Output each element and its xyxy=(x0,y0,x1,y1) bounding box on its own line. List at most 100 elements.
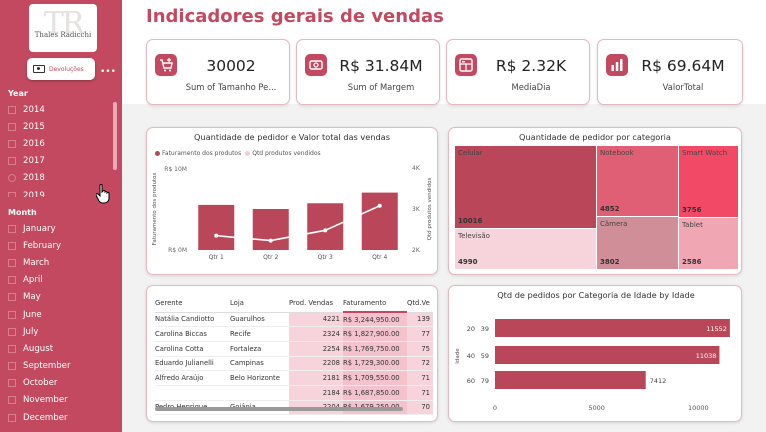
year-item-2014[interactable]: 2014 xyxy=(8,101,112,118)
month-item-march[interactable]: March xyxy=(8,254,112,271)
table-cell: 2181 xyxy=(289,370,343,386)
kpi-label: Sum of Margem xyxy=(347,82,415,92)
table-row[interactable]: 2184 R$ 1,687,850.00 71 xyxy=(155,385,433,401)
month-item-may[interactable]: May xyxy=(8,289,112,306)
x-tick-label: Qtr 3 xyxy=(318,254,333,261)
table-cell: R$ 1,709,550.00 xyxy=(343,370,407,386)
treemap-cell[interactable]: Câmera 3802 xyxy=(597,217,678,269)
checkbox-icon xyxy=(8,396,16,405)
checkbox-icon xyxy=(8,191,16,197)
dashboard-icon xyxy=(455,54,477,76)
treemap-cell[interactable]: Tablet 2586 xyxy=(679,218,738,269)
table-cell: 77 xyxy=(407,326,433,342)
sidebar: TR Thales Radicchi Devoluções ••• Year 2… xyxy=(0,0,122,432)
checkbox-icon xyxy=(8,327,16,336)
combo-chart-card[interactable]: Quantidade de pedidor e Valor total das … xyxy=(146,127,438,275)
table-cell: R$ 3,244,950.00 xyxy=(343,312,407,328)
month-item-april[interactable]: April xyxy=(8,272,112,289)
month-item-june[interactable]: June xyxy=(8,306,112,323)
kpi-card-margem[interactable]: R$ 31.84M Sum of Margem xyxy=(296,39,440,105)
y-left-axis-label: Faturamento dos produtos xyxy=(152,173,158,246)
table-row[interactable]: Carolina Cotta Fortaleza 2254 R$ 1,769,750.… xyxy=(155,341,433,357)
dashboard: TR Thales Radicchi Devoluções ••• Year 2… xyxy=(0,0,766,432)
table-cell: Recife xyxy=(230,326,289,342)
month-slicer: January February March April May June July Augu… xyxy=(8,220,112,430)
treemap-cell[interactable]: Smart Watch 3756 xyxy=(679,146,738,217)
treemap-cell-value: 2586 xyxy=(682,258,702,266)
line-point xyxy=(268,238,273,243)
column-header[interactable]: Prod. Vendas xyxy=(289,294,343,313)
treemap-cell[interactable]: Notebook 4852 xyxy=(597,146,678,216)
table-horizontal-scrollbar[interactable] xyxy=(155,407,403,411)
table-cell: 71 xyxy=(407,385,433,401)
line-point xyxy=(214,233,219,238)
treemap-cell-value: 10016 xyxy=(458,217,483,225)
table-cell: Belo Horizonte xyxy=(230,370,289,386)
table-row[interactable]: Eduardo Julianelli Campinas 2208 R$ 1,729,3… xyxy=(155,356,433,372)
treemap-cell[interactable]: Televisão 4990 xyxy=(455,229,596,269)
table-cell: Fortaleza xyxy=(230,341,289,357)
slicer-item-label: 2017 xyxy=(23,156,45,167)
data-label: 7412 xyxy=(650,377,667,385)
y-left-tick-label: R$ 10M xyxy=(164,166,187,173)
kpi-label: Sum of Tamanho Pe... xyxy=(185,82,277,92)
column-header[interactable]: Loja xyxy=(230,294,289,313)
month-item-september[interactable]: September xyxy=(8,358,112,375)
month-item-august[interactable]: August xyxy=(8,340,112,357)
month-item-october[interactable]: October xyxy=(8,375,112,392)
month-item-january[interactable]: January xyxy=(8,220,112,237)
table-cell: R$ 1,769,750.00 xyxy=(343,341,407,357)
kpi-value: R$ 31.84M xyxy=(339,57,423,75)
table-cell: 71 xyxy=(407,370,433,386)
bar xyxy=(252,209,289,250)
age-chart-card[interactable]: Qtd de pedidos por Categoria de Idade by… xyxy=(448,285,742,422)
y-tick-label: 39 xyxy=(481,325,489,333)
year-item-2016[interactable]: 2016 xyxy=(8,135,112,152)
line-point xyxy=(377,203,382,208)
year-item-2015[interactable]: 2015 xyxy=(8,118,112,135)
table-row[interactable]: Carolina Biccas Recife 2324 R$ 1,827,900.00… xyxy=(155,326,433,342)
table-cell: 2254 xyxy=(289,341,343,357)
month-item-december[interactable]: December xyxy=(8,409,112,426)
year-item-2017[interactable]: 2017 xyxy=(8,153,112,170)
month-item-november[interactable]: November xyxy=(8,392,112,409)
bar-chart-icon xyxy=(606,54,628,76)
treemap-cell-label: Smart Watch xyxy=(682,149,728,157)
treemap-cell-label: Câmera xyxy=(600,220,628,228)
slicer-item-label: February xyxy=(23,240,62,251)
table-cell: Eduardo Julianelli xyxy=(155,356,230,372)
treemap-plot: Celular 10016 Televisão 4990 Notebook 4852 Câm… xyxy=(455,146,739,270)
column-header[interactable]: Faturamento xyxy=(343,294,407,313)
money-icon xyxy=(33,65,45,73)
kpi-card-media-dia[interactable]: R$ 2.32K MediaDia xyxy=(446,39,590,105)
slicer-item-label: April xyxy=(23,275,43,286)
treemap-cell-value: 3756 xyxy=(682,206,702,214)
column-header[interactable]: Qtd.Ve xyxy=(407,294,433,313)
slicer-item-label: January xyxy=(23,223,56,234)
series-line xyxy=(216,204,381,242)
table-cell xyxy=(230,385,289,401)
kpi-label: MediaDia xyxy=(511,82,551,92)
table-row[interactable]: Alfredo Araújo Belo Horizonte 2181 R$ 1,709… xyxy=(155,370,433,386)
treemap-card[interactable]: Quantidade de pedidor por categoria Celu… xyxy=(448,127,742,275)
y-tick-label: 79 xyxy=(481,377,489,385)
table-row[interactable]: Natália Candiotto Guarulhos 4221 R$ 3,244,9… xyxy=(155,312,433,328)
hand-cursor-icon xyxy=(96,184,110,204)
month-item-july[interactable]: July xyxy=(8,323,112,340)
y-right-axis-label: Qtd produtos vendidos xyxy=(427,178,433,241)
treemap-cell[interactable]: Celular 10016 xyxy=(455,146,596,228)
slicer-item-label: 2014 xyxy=(23,104,45,115)
column-header[interactable]: Gerente xyxy=(155,294,230,313)
kpi-card-valor-total[interactable]: R$ 69.64M ValorTotal xyxy=(597,39,743,105)
sales-table-card[interactable]: Gerente Loja Prod. Vendas Faturamento Qtd.Ve… xyxy=(146,285,438,422)
bar xyxy=(198,204,235,250)
devolucoes-button[interactable]: Devoluções xyxy=(27,58,95,80)
year-scrollbar[interactable] xyxy=(113,102,117,170)
more-options-icon[interactable]: ••• xyxy=(100,68,116,77)
month-item-february[interactable]: February xyxy=(8,237,112,254)
slicer-item-label: July xyxy=(23,326,39,337)
table-cell: 2184 xyxy=(289,385,343,401)
slicer-item-label: September xyxy=(23,361,71,372)
y-right-tick-label: 4K xyxy=(412,165,421,172)
kpi-card-tamanho-pedido[interactable]: 30002 Sum of Tamanho Pe... xyxy=(146,39,290,105)
